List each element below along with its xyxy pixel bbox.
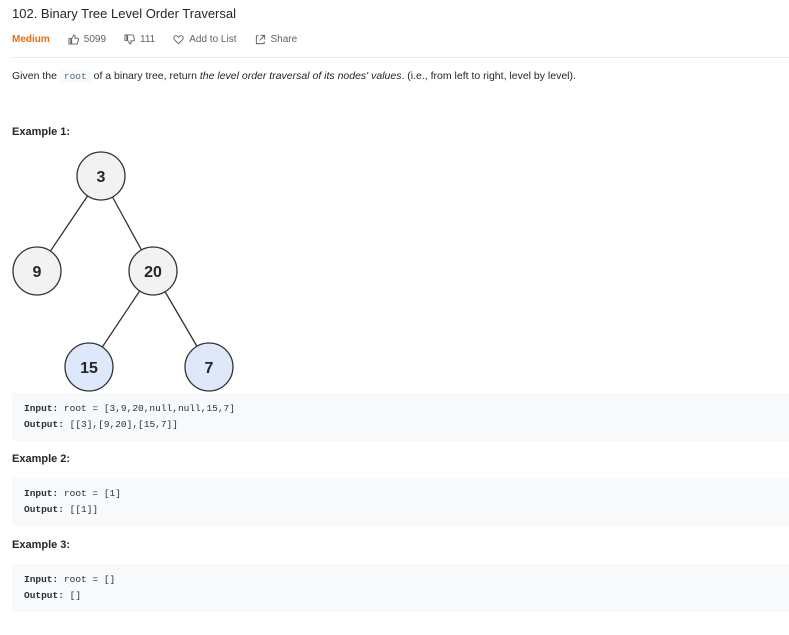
example-output-line: Output: [] xyxy=(24,588,777,604)
header-divider xyxy=(12,57,789,58)
tree-node-label: 9 xyxy=(33,264,42,281)
input-label: Input: xyxy=(24,574,59,585)
input-value: root = [] xyxy=(63,574,116,585)
heart-icon xyxy=(173,34,184,44)
example-2-code-block: Input: root = [1] Output: [[1]] xyxy=(12,478,789,526)
description-text: . (i.e., from left to right, level by le… xyxy=(401,70,576,82)
tree-node: 3 xyxy=(76,151,126,201)
problem-description: Given the root of a binary tree, return … xyxy=(12,70,576,83)
example-3-title: Example 3: xyxy=(12,539,71,551)
dislike-count: 111 xyxy=(140,33,156,45)
tree-node-label: 7 xyxy=(205,360,214,377)
output-label: Output: xyxy=(24,504,64,515)
thumbs-up-icon xyxy=(68,33,79,45)
tree-node: 9 xyxy=(12,246,62,296)
description-emphasis: the level order traversal of its nodes' … xyxy=(199,70,402,82)
tree-node: 15 xyxy=(64,342,114,392)
share-button[interactable]: Share xyxy=(255,33,298,45)
like-button[interactable]: 5099 xyxy=(68,34,106,45)
share-label: Share xyxy=(270,33,298,45)
add-to-list-button[interactable]: Add to List xyxy=(173,33,237,45)
input-value: root = [1] xyxy=(63,488,121,499)
example-3-code-block: Input: root = [] Output: [] xyxy=(12,564,789,612)
share-icon xyxy=(255,34,265,44)
tree-node-label: 15 xyxy=(80,360,98,377)
inline-code-root: root xyxy=(59,70,91,83)
difficulty-badge: Medium xyxy=(12,33,50,45)
description-text: Given the xyxy=(12,70,57,82)
output-value: [[1]] xyxy=(69,504,99,515)
tree-node: 20 xyxy=(128,246,178,296)
example-output-line: Output: [[3],[9,20],[15,7]] xyxy=(24,417,777,433)
input-label: Input: xyxy=(24,403,59,414)
example-1-tree-diagram: 3 9 20 15 7 xyxy=(12,151,234,392)
input-label: Input: xyxy=(24,488,59,499)
example-output-line: Output: [[1]] xyxy=(24,502,777,518)
tree-node: 7 xyxy=(184,342,234,392)
example-input-line: Input: root = [3,9,20,null,null,15,7] xyxy=(24,401,777,417)
add-to-list-label: Add to List xyxy=(189,33,237,45)
dislike-button[interactable]: 111 xyxy=(124,34,155,45)
output-label: Output: xyxy=(24,419,64,430)
input-value: root = [3,9,20,null,null,15,7] xyxy=(63,403,235,414)
like-count: 5099 xyxy=(83,33,107,45)
output-value: [[3],[9,20],[15,7]] xyxy=(69,419,178,430)
example-input-line: Input: root = [] xyxy=(24,572,777,588)
problem-title: 102. Binary Tree Level Order Traversal xyxy=(12,6,236,21)
example-1-title: Example 1: xyxy=(12,126,71,138)
description-text: of a binary tree, return xyxy=(93,70,197,82)
tree-node-label: 3 xyxy=(97,169,106,186)
problem-meta-bar: Medium 5099 111 Add to List Share xyxy=(12,31,315,47)
example-1-code-block: Input: root = [3,9,20,null,null,15,7] Ou… xyxy=(12,393,789,441)
example-input-line: Input: root = [1] xyxy=(24,486,777,502)
output-label: Output: xyxy=(24,590,64,601)
thumbs-down-icon xyxy=(124,33,135,45)
tree-node-label: 20 xyxy=(144,264,162,281)
example-2-title: Example 2: xyxy=(12,453,71,465)
output-value: [] xyxy=(69,590,82,601)
